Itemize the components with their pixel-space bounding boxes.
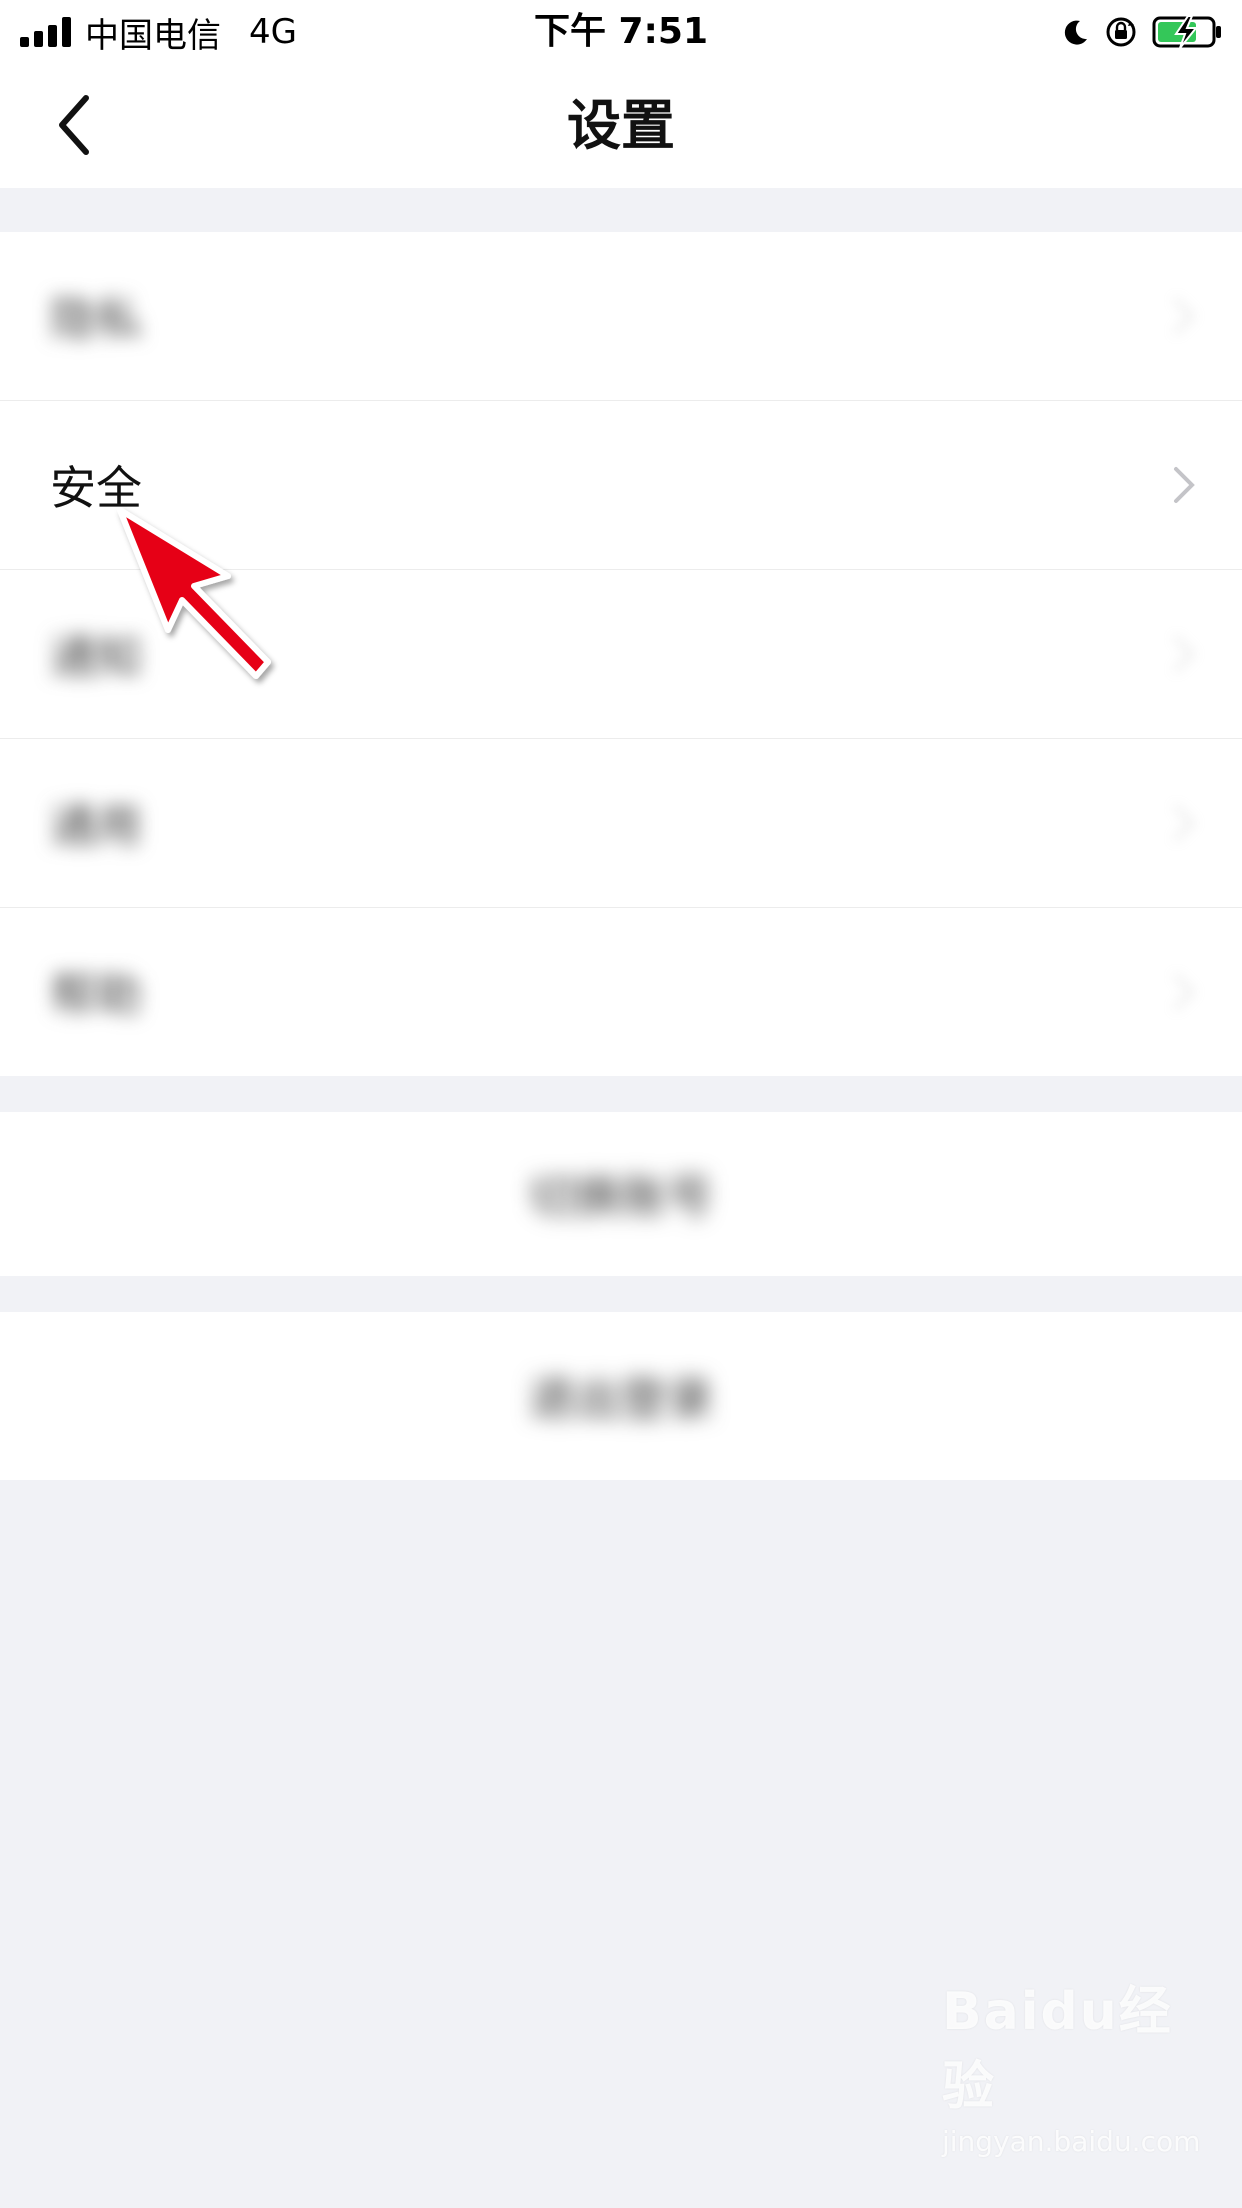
chevron-right-icon — [1174, 298, 1195, 334]
section-gap — [0, 188, 1242, 232]
page-title: 设置 — [567, 94, 675, 157]
rotation-lock-icon — [1106, 17, 1136, 47]
watermark-url: jingyan.baidu.com — [942, 2125, 1201, 2158]
status-bar: 中国电信 4G 下午 7:51 — [0, 0, 1242, 64]
switch-account-label: 切换账号 — [529, 1170, 713, 1224]
watermark: Baidu经验 jingyan.baidu.com — [942, 1969, 1201, 2158]
settings-item-privacy[interactable]: 隐私 — [0, 232, 1242, 401]
moon-icon — [1064, 20, 1087, 45]
settings-item-label: 隐私 — [50, 292, 142, 346]
chevron-right-icon — [1174, 467, 1195, 503]
settings-item-general[interactable]: 通用 — [0, 739, 1242, 908]
navigation-bar: 设置 — [0, 64, 1242, 188]
chevron-right-icon — [1174, 805, 1195, 841]
chevron-right-icon — [1174, 636, 1195, 672]
switch-account-button[interactable]: 切换账号 — [0, 1112, 1242, 1276]
watermark-logo: Baidu经验 — [942, 1982, 1173, 2117]
status-time: 下午 7:51 — [533, 11, 709, 52]
logout-label: 退出登录 — [529, 1372, 713, 1426]
status-right — [1060, 10, 1224, 54]
battery-charging-icon — [1152, 15, 1221, 49]
settings-item-label: 帮助 — [50, 968, 142, 1022]
settings-item-label: 通用 — [50, 799, 142, 853]
chevron-right-icon — [1174, 974, 1195, 1010]
logout-button[interactable]: 退出登录 — [0, 1312, 1242, 1480]
annotation-arrow — [117, 507, 271, 679]
settings-item-help[interactable]: 帮助 — [0, 908, 1242, 1076]
